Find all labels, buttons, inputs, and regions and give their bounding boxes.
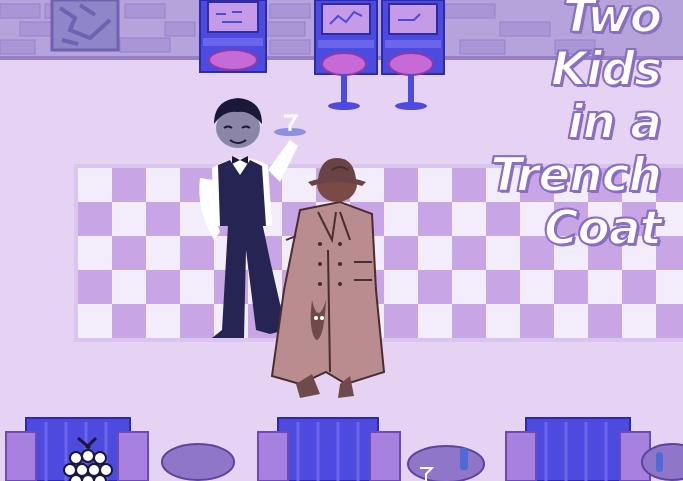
checker-tile — [656, 304, 683, 338]
checker-tile — [384, 236, 418, 270]
title-line-1: Two — [562, 0, 663, 44]
checker-tile — [146, 168, 180, 202]
checker-tile — [384, 168, 418, 202]
checker-tile — [112, 202, 146, 236]
checker-tile — [78, 270, 112, 304]
checker-tile — [146, 202, 180, 236]
checker-tile — [78, 304, 112, 338]
checker-tile — [180, 304, 214, 338]
checker-tile — [520, 270, 554, 304]
checker-tile — [112, 304, 146, 338]
checker-tile — [180, 236, 214, 270]
checker-tile — [180, 270, 214, 304]
checker-tile — [622, 270, 656, 304]
arcade-machine-left — [199, 0, 267, 73]
title-line-5: Coat — [543, 201, 663, 256]
checker-tile — [418, 202, 452, 236]
title-line-3: in a — [566, 95, 663, 150]
checker-tile — [78, 168, 112, 202]
checker-tile — [78, 236, 112, 270]
checker-tile — [486, 270, 520, 304]
title-line-2: Kids — [550, 42, 663, 97]
wall-painting — [50, 0, 120, 52]
checker-tile — [112, 236, 146, 270]
checker-tile — [622, 304, 656, 338]
checker-tile — [282, 168, 316, 202]
checker-tile — [452, 270, 486, 304]
checker-tile — [520, 304, 554, 338]
checker-tile — [588, 304, 622, 338]
checker-tile — [146, 304, 180, 338]
checker-tile — [78, 202, 112, 236]
checker-tile — [146, 236, 180, 270]
checker-tile — [588, 270, 622, 304]
checker-tile — [452, 202, 486, 236]
checker-tile — [656, 270, 683, 304]
checker-tile — [146, 270, 180, 304]
game-scene: Two Kids in a Trench Coat — [0, 0, 683, 481]
table-center — [407, 445, 485, 481]
checker-tile — [384, 270, 418, 304]
checker-tile — [452, 236, 486, 270]
checker-tile — [418, 168, 452, 202]
checker-tile — [112, 270, 146, 304]
checker-tile — [486, 304, 520, 338]
booth-right — [505, 417, 651, 481]
game-title: Two Kids in a Trench Coat — [489, 0, 663, 256]
checker-tile — [418, 270, 452, 304]
checker-tile — [384, 202, 418, 236]
title-line-4: Trench — [489, 148, 663, 203]
checker-tile — [112, 168, 146, 202]
booth-center — [257, 417, 401, 481]
checker-tile — [418, 304, 452, 338]
table-left — [161, 443, 235, 481]
checker-tile — [384, 304, 418, 338]
checker-tile — [452, 304, 486, 338]
checker-tile — [418, 236, 452, 270]
checker-tile — [554, 304, 588, 338]
checker-tile — [452, 168, 486, 202]
checker-tile — [554, 270, 588, 304]
